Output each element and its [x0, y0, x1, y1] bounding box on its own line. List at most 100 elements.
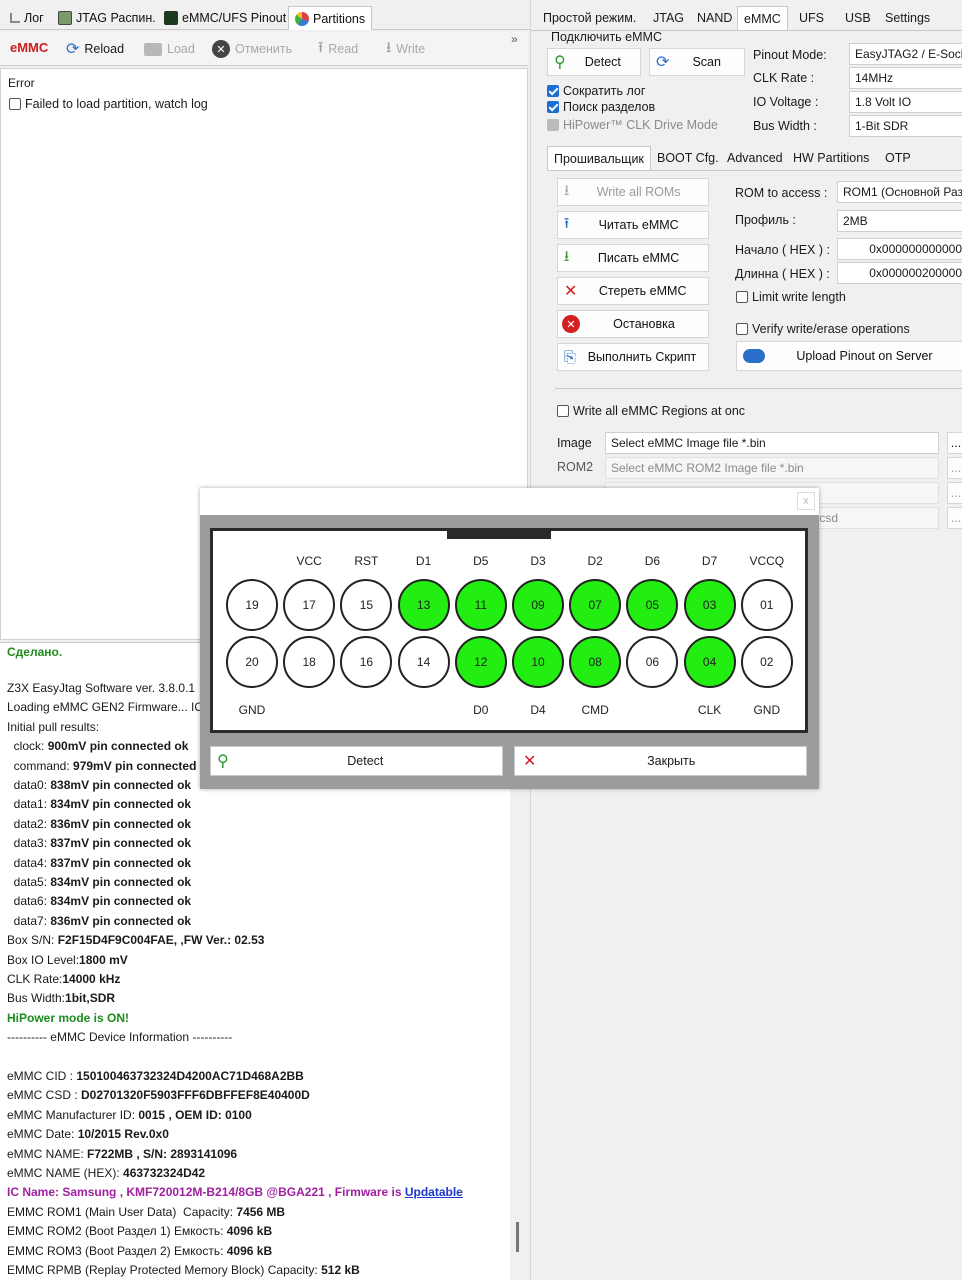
pin-17: 17 [283, 579, 336, 631]
verify-checkbox[interactable]: Verify write/erase operations [736, 322, 910, 336]
chip-icon [164, 11, 178, 25]
search-partitions-check[interactable] [547, 101, 559, 113]
log-line: data7: 836mV pin connected ok [7, 914, 191, 928]
tab-emmc-ufs-pinout[interactable]: eMMC/UFS Pinout [158, 6, 292, 30]
search-partitions-checkbox[interactable]: Поиск разделов [547, 100, 655, 114]
upload-pinout-button[interactable]: Upload Pinout on Server [736, 341, 962, 371]
clk-rate-select[interactable]: 14MHz [849, 67, 962, 89]
dialog-close-action-button[interactable]: ✕ Закрыть [514, 746, 807, 776]
shorten-log-checkbox[interactable]: Сократить лог [547, 84, 645, 98]
write-button[interactable]: ⭳ Write [386, 38, 425, 60]
rom-access-select[interactable]: ROM1 (Основной Раз [837, 181, 962, 203]
log-line-text: eMMC NAME (HEX): [7, 1166, 124, 1180]
image-browse-button[interactable]: ... [947, 432, 962, 454]
write-all-regions-check[interactable] [557, 405, 569, 417]
erase-x-icon: ✕ [564, 283, 578, 300]
detect-button[interactable]: ⚲ Detect [547, 48, 641, 76]
log-line-value: 4096 kB [226, 1243, 273, 1258]
tab-jtag[interactable]: JTAG [647, 6, 690, 30]
log-line-value: 900mV pin connected ok [47, 739, 189, 754]
start-hex-input[interactable]: 0x000000000000 [837, 238, 962, 260]
read-emmc-button[interactable]: ⭱ Читать eMMC [557, 211, 709, 239]
search-icon: ⚲ [217, 753, 229, 770]
image-label: Image [557, 436, 592, 450]
log-line-text: EMMC ROM2 (Boot Раздел 1) Емкость: [7, 1224, 227, 1239]
tab-partitions[interactable]: Partitions [288, 6, 373, 30]
tab-settings[interactable]: Settings [879, 6, 936, 30]
length-hex-input[interactable]: 0x000000200000 [837, 262, 962, 284]
log-line: eMMC NAME: F722MB , S/N: 2893141096 [7, 1147, 237, 1161]
tree-item-checkbox[interactable] [9, 98, 21, 110]
profile-select[interactable]: 2MB [837, 210, 962, 232]
log-line-cut: Сделано. [7, 645, 63, 659]
pin-19: 19 [226, 579, 278, 631]
tab-nand[interactable]: NAND [691, 6, 738, 30]
limit-write-check[interactable] [736, 291, 748, 303]
stop-button[interactable]: ✕ Остановка [557, 310, 709, 338]
refresh-icon: ⟳ [66, 41, 80, 58]
write-all-roms-button[interactable]: ⭳ Write all ROMs [557, 178, 709, 206]
tree-item[interactable]: Failed to load partition, watch log [9, 97, 208, 111]
load-button[interactable]: Load [144, 38, 195, 60]
limit-write-checkbox[interactable]: Limit write length [736, 290, 846, 304]
log-scrollbar-thumb[interactable] [516, 1222, 519, 1252]
pinout-mode-select[interactable]: EasyJTAG2 / E-Socke [849, 43, 962, 65]
rom2-path-input[interactable]: Select eMMC ROM2 Image file *.bin [605, 457, 939, 479]
io-voltage-label: IO Voltage : [753, 95, 819, 109]
read-button[interactable]: ⭱ Read [318, 38, 358, 60]
subtab-hw-partitions[interactable]: HW Partitions [787, 146, 875, 170]
pin-01: 01 [740, 579, 793, 631]
log-line-text: data2: [7, 816, 51, 831]
download-arrow-icon: ⭳ [386, 38, 392, 56]
io-voltage-select[interactable]: 1.8 Volt IO [849, 91, 962, 113]
toolbar-overflow-button[interactable]: » [511, 32, 518, 46]
log-line: eMMC NAME (HEX): 463732324D42 [7, 1166, 205, 1180]
log-line: data6: 834mV pin connected ok [7, 894, 191, 908]
left-tab-bar: Лог JTAG Распин. eMMC/UFS Pinout Partiti… [0, 6, 530, 30]
dialog-close-button[interactable]: x [797, 492, 815, 510]
log-line: data2: 836mV pin connected ok [7, 817, 191, 831]
rom3-browse-button[interactable]: ... [947, 482, 962, 504]
subtab-otp[interactable]: OTP [879, 146, 917, 170]
verify-check[interactable] [736, 323, 748, 335]
extcsd-browse-button[interactable]: ... [947, 507, 962, 529]
log-line-text: clock: [7, 739, 48, 754]
bus-width-label: Bus Width : [753, 119, 817, 133]
rom2-browse-button[interactable]: ... [947, 457, 962, 479]
tab-ufs[interactable]: UFS [793, 6, 830, 30]
write-emmc-button[interactable]: ⭳ Писать eMMC [557, 244, 709, 272]
log-line: Loading eMMC GEN2 Firmware... IO [7, 700, 204, 714]
pin-11: 11 [454, 579, 507, 631]
tab-log[interactable]: Лог [4, 6, 50, 30]
firmware-update-link[interactable]: Updatable [405, 1185, 463, 1199]
tab-jtag-pinout[interactable]: JTAG Распин. [52, 6, 162, 30]
refresh-icon: ⟳ [656, 54, 670, 71]
scan-button[interactable]: ⟳ Scan [649, 48, 745, 76]
tab-emmc[interactable]: eMMC [737, 6, 788, 30]
log-line: data4: 837mV pin connected ok [7, 856, 191, 870]
subtab-flasher[interactable]: Прошивальщик [547, 146, 651, 170]
write-all-regions-checkbox[interactable]: Write all eMMC Regions at onc [557, 404, 745, 418]
partition-toolbar: eMMC ⟳ Reload Load ✕ Отменить ⭱ Read ⭳ Write… [0, 32, 528, 66]
image-path-input[interactable]: Select eMMC Image file *.bin [605, 432, 939, 454]
subtab-advanced[interactable]: Advanced [721, 146, 789, 170]
log-line: Bus Width:1bit,SDR [7, 991, 115, 1005]
reload-button[interactable]: ⟳ Reload [66, 38, 124, 60]
hipower-checkbox[interactable]: HiPower™ CLK Drive Mode [547, 118, 718, 132]
dialog-detect-button[interactable]: ⚲ Detect [210, 746, 503, 776]
erase-emmc-button[interactable]: ✕ Стереть eMMC [557, 277, 709, 305]
hipower-check[interactable] [547, 119, 559, 131]
pin-14: 14 [397, 636, 450, 688]
bus-width-select[interactable]: 1-Bit SDR [849, 115, 962, 137]
log-line-text: eMMC NAME: [7, 1146, 88, 1161]
pie-chart-icon [295, 11, 309, 26]
pin-label-bottom: D4 [530, 703, 546, 717]
cancel-button[interactable]: ✕ Отменить [212, 38, 292, 60]
log-line-value: F2F15D4F9C004FAE, ,FW Ver.: 02.53 [57, 933, 265, 948]
tab-simple-mode[interactable]: Простой режим. [537, 6, 642, 30]
subtab-boot-cfg[interactable]: BOOT Cfg. [651, 146, 725, 170]
shorten-log-check[interactable] [547, 85, 559, 97]
tab-usb[interactable]: USB [839, 6, 877, 30]
log-line: ---------- eMMC Device Information -----… [7, 1030, 232, 1044]
run-script-button[interactable]: ⎘ Выполнить Скрипт [557, 343, 709, 371]
